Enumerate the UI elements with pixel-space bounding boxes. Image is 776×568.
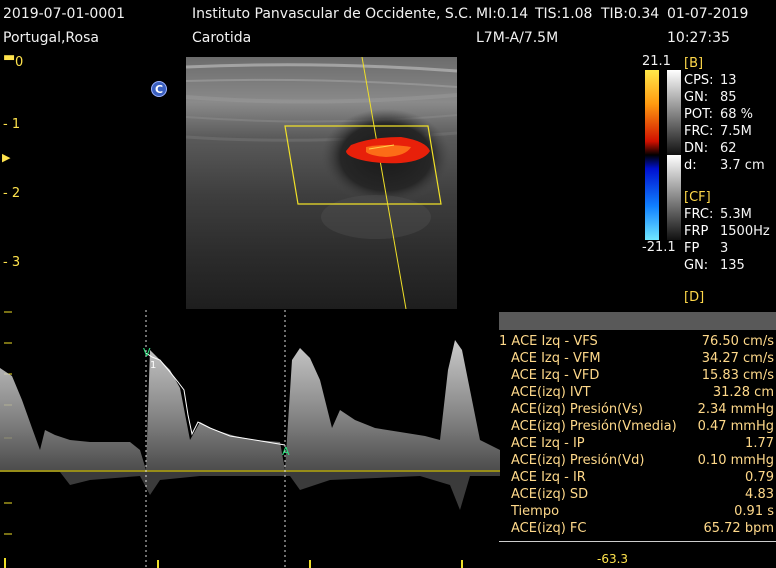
depth-label-3: - 3 — [3, 255, 21, 270]
svg-text:V: V — [143, 346, 151, 359]
measurement-row: ACE Izq - VFM 34.27 cm/s — [499, 351, 776, 368]
measurement-value: 76.50 cm/s — [701, 334, 774, 349]
measurement-value: 15.83 cm/s — [701, 368, 774, 383]
c-badge-icon: C — [151, 81, 167, 97]
depth-scale: ▬ 0 - 1 ▶ - 2 - 3 — [0, 50, 40, 280]
measurement-label: ACE(izq) SD — [511, 487, 589, 502]
b-param-label: d: — [684, 158, 697, 173]
cf-param-value: 5.3M — [720, 207, 752, 222]
measurement-row: ACE(izq) Presión(Vs) 2.34 mmHg — [499, 402, 776, 419]
b-mode-image — [186, 57, 457, 309]
exam-date: 01-07-2019 — [667, 6, 749, 22]
exam-type: Carotida — [192, 30, 252, 46]
b-param-value: 85 — [720, 90, 737, 105]
measurement-row: ACE(izq) Presión(Vd) 0.10 mmHg — [499, 453, 776, 470]
b-param-value: 3.7 cm — [720, 158, 765, 173]
b-param-label: DN: — [684, 141, 709, 156]
color-bar-max: 21.1 — [642, 54, 671, 69]
thermal-index-bone: TIB:0.34 — [601, 6, 660, 22]
measurement-label: ACE(izq) FC — [511, 521, 587, 536]
measurement-value: 34.27 cm/s — [701, 351, 774, 366]
measurement-value: 31.28 cm — [712, 385, 774, 400]
cf-param-label: FRP — [684, 224, 709, 239]
measurement-row: ACE(izq) Presión(Vmedia) 0.47 mmHg — [499, 419, 776, 436]
measurement-value: 0.79 — [745, 470, 774, 485]
cf-param-value: 3 — [720, 241, 729, 256]
patient-id: 2019-07-01-0001 — [3, 6, 126, 22]
svg-text:1: 1 — [150, 360, 156, 371]
b-param-value: 62 — [720, 141, 737, 156]
exam-time: 10:27:35 — [667, 30, 730, 46]
cf-param-value: 1500Hz — [720, 224, 770, 239]
measurement-row: ACE Izq - VFD 15.83 cm/s — [499, 368, 776, 385]
cf-param-value: 135 — [720, 258, 745, 273]
b-param-value: 68 % — [720, 107, 754, 122]
measurement-row: Tiempo 0.91 s — [499, 504, 776, 521]
measurement-label: 1 ACE Izq - VFS — [499, 334, 598, 349]
velocity-scale-min: -63.3 — [597, 552, 629, 566]
measurement-value: 0.91 s — [734, 504, 774, 519]
patient-name: Portugal,Rosa — [3, 30, 99, 46]
measurement-value: 2.34 mmHg — [697, 402, 774, 417]
measurement-row: ACE(izq) SD 4.83 — [499, 487, 776, 504]
probe-frequency: L7M-A/7.5M — [476, 30, 559, 46]
focus-marker-icon[interactable]: ▶ — [2, 151, 10, 164]
institution-name: Instituto Panvascular de Occidente, S.C. — [192, 6, 473, 22]
mechanical-index: MI:0.14 — [476, 6, 529, 22]
measurement-header-bar — [499, 312, 776, 330]
b-param-label: CPS: — [684, 73, 714, 88]
svg-text:A: A — [282, 445, 290, 458]
measurement-label: ACE Izq - IP — [511, 436, 585, 451]
cf-param-label: GN: — [684, 258, 709, 273]
color-velocity-bar — [645, 70, 681, 240]
measurement-label: ACE Izq - VFD — [511, 368, 600, 383]
d-section-header: [D] — [684, 290, 705, 305]
measurement-label: ACE(izq) IVT — [511, 385, 591, 400]
depth-label-2: - 2 — [3, 186, 21, 201]
measurement-value: 4.83 — [745, 487, 774, 502]
measurement-label: ACE(izq) Presión(Vmedia) — [511, 419, 677, 434]
b-param-value: 13 — [720, 73, 737, 88]
measurement-row: ACE(izq) IVT 31.28 cm — [499, 385, 776, 402]
spectral-doppler-trace: V 1 A — [0, 310, 500, 568]
measurement-label: ACE Izq - IR — [511, 470, 586, 485]
measurement-panel: 1 ACE Izq - VFS 76.50 cm/s ACE Izq - VFM 3… — [499, 312, 776, 540]
measurement-row: ACE(izq) FC 65.72 bpm — [499, 521, 776, 538]
b-param-label: FRC: — [684, 124, 714, 139]
measurement-row: ACE Izq - IP 1.77 — [499, 436, 776, 453]
measurement-value: 65.72 bpm — [703, 521, 774, 536]
b-param-label: GN: — [684, 90, 709, 105]
b-param-label: POT: — [684, 107, 713, 122]
depth-label-0: 0 — [15, 55, 24, 70]
measurement-label: Tiempo — [511, 504, 560, 519]
b-section-header: [B] — [684, 56, 704, 71]
thermal-index-soft: TIS:1.08 — [535, 6, 593, 22]
b-param-value: 7.5M — [720, 124, 752, 139]
measurement-value: 0.47 mmHg — [697, 419, 774, 434]
measurement-value: 1.77 — [745, 436, 774, 451]
measurement-value: 0.10 mmHg — [697, 453, 774, 468]
measurement-row: 1 ACE Izq - VFS 76.50 cm/s — [499, 334, 776, 351]
measurement-divider — [499, 541, 776, 542]
measurement-label: ACE Izq - VFM — [511, 351, 601, 366]
color-bar-min: -21.1 — [642, 240, 676, 255]
depth-label-1: - 1 — [3, 117, 21, 132]
cf-section-header: [CF] — [684, 190, 711, 205]
depth-tick: ▬ — [3, 50, 16, 65]
measurement-row: ACE Izq - IR 0.79 — [499, 470, 776, 487]
measurement-label: ACE(izq) Presión(Vd) — [511, 453, 645, 468]
cf-param-label: FRC: — [684, 207, 714, 222]
cf-param-label: FP — [684, 241, 700, 256]
measurement-label: ACE(izq) Presión(Vs) — [511, 402, 643, 417]
